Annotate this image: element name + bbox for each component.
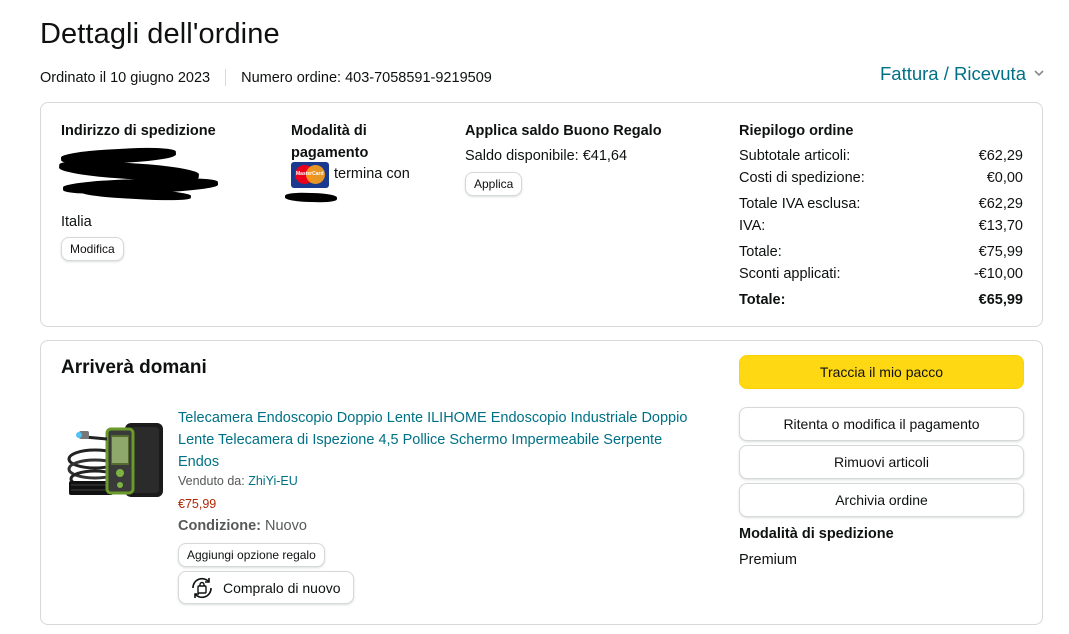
shipping-country: Italia	[61, 214, 92, 230]
page-title: Dettagli dell'ordine	[40, 18, 280, 50]
summary-value: €0,00	[986, 170, 1023, 186]
shipping-method-value: Premium	[739, 552, 798, 568]
summary-row-total: Totale: €75,99	[739, 242, 1023, 262]
summary-value: -€10,00	[973, 266, 1023, 282]
summary-value: €65,99	[978, 292, 1023, 308]
summary-label: IVA:	[739, 218, 766, 234]
summary-row-grand-total: Totale: €65,99	[739, 290, 1023, 310]
invoice-dropdown[interactable]: Fattura / Ricevuta	[880, 63, 1044, 85]
product-image[interactable]	[65, 415, 165, 511]
buy-again-label: Compralo di nuovo	[223, 579, 341, 596]
summary-label: Totale:	[739, 292, 786, 308]
payment-title-line1: Modalità di	[291, 123, 367, 139]
apply-gift-card-button[interactable]: Applica	[465, 172, 523, 196]
gift-card-title: Applica saldo Buono Regalo	[465, 123, 662, 139]
mastercard-icon: MasterCard	[291, 162, 329, 188]
chevron-down-icon	[1034, 68, 1044, 80]
payment-title-line2: pagamento	[291, 145, 369, 161]
gift-card-balance: Saldo disponibile: €41,64	[465, 148, 628, 164]
buy-again-icon	[189, 575, 215, 601]
card-ends-with: termina con	[334, 166, 410, 182]
summary-value: €13,70	[978, 218, 1023, 234]
summary-row-total-excl-vat: Totale IVA esclusa: €62,29	[739, 194, 1023, 214]
product-title-link[interactable]: Telecamera Endoscopio Doppio Lente ILIHO…	[178, 407, 698, 473]
summary-value: €62,29	[978, 148, 1023, 164]
track-package-button[interactable]: Traccia il mio pacco	[739, 355, 1024, 389]
summary-row-shipping: Costi di spedizione: €0,00	[739, 168, 1023, 188]
condition-label: Condizione:	[178, 518, 261, 534]
sold-by-label: Venduto da:	[178, 474, 245, 488]
invoice-link-label: Fattura / Ricevuta	[879, 63, 1026, 84]
condition-value: Nuovo	[265, 518, 307, 534]
order-number: Numero ordine: 403-7058591-9219509	[241, 69, 492, 86]
summary-row-vat: IVA: €13,70	[739, 216, 1023, 236]
order-details-card: Indirizzo di spedizione Italia Modifica …	[40, 102, 1043, 327]
summary-label: Totale:	[739, 244, 782, 260]
product-condition: Condizione: Nuovo	[178, 518, 307, 534]
arrival-title: Arriverà domani	[61, 357, 207, 378]
shipment-card: Arriverà domani Telecamera Endoscopio Do	[40, 340, 1043, 625]
summary-label: Sconti applicati:	[739, 266, 841, 282]
summary-label: Costi di spedizione:	[739, 170, 865, 186]
summary-label: Totale IVA esclusa:	[739, 196, 861, 212]
archive-order-button[interactable]: Archivia ordine	[739, 483, 1024, 517]
summary-row-subtotal: Subtotale articoli: €62,29	[739, 146, 1023, 166]
sold-by: Venduto da: ZhiYi-EU	[178, 474, 298, 488]
remove-items-button[interactable]: Rimuovi articoli	[739, 445, 1024, 479]
edit-address-button[interactable]: Modifica	[61, 237, 124, 261]
add-gift-option-button[interactable]: Aggiungi opzione regalo	[178, 543, 325, 567]
summary-row-discounts: Sconti applicati: -€10,00	[739, 264, 1023, 284]
summary-value: €62,29	[978, 196, 1023, 212]
seller-link[interactable]: ZhiYi-EU	[248, 474, 298, 488]
mastercard-logo-text: MasterCard	[296, 171, 324, 177]
shipping-address-title: Indirizzo di spedizione	[61, 123, 216, 139]
redacted-card-digits	[284, 192, 338, 203]
order-summary-title: Riepilogo ordine	[739, 123, 854, 139]
order-date: Ordinato il 10 giugno 2023	[40, 69, 211, 86]
summary-label: Subtotale articoli:	[739, 148, 851, 164]
meta-divider	[225, 69, 227, 86]
order-meta: Ordinato il 10 giugno 2023 Numero ordine…	[40, 69, 492, 86]
summary-value: €75,99	[978, 244, 1023, 260]
buy-again-button[interactable]: Compralo di nuovo	[178, 571, 354, 604]
product-price: €75,99	[178, 497, 217, 511]
shipping-method-title: Modalità di spedizione	[739, 526, 894, 542]
retry-payment-button[interactable]: Ritenta o modifica il pagamento	[739, 407, 1024, 441]
